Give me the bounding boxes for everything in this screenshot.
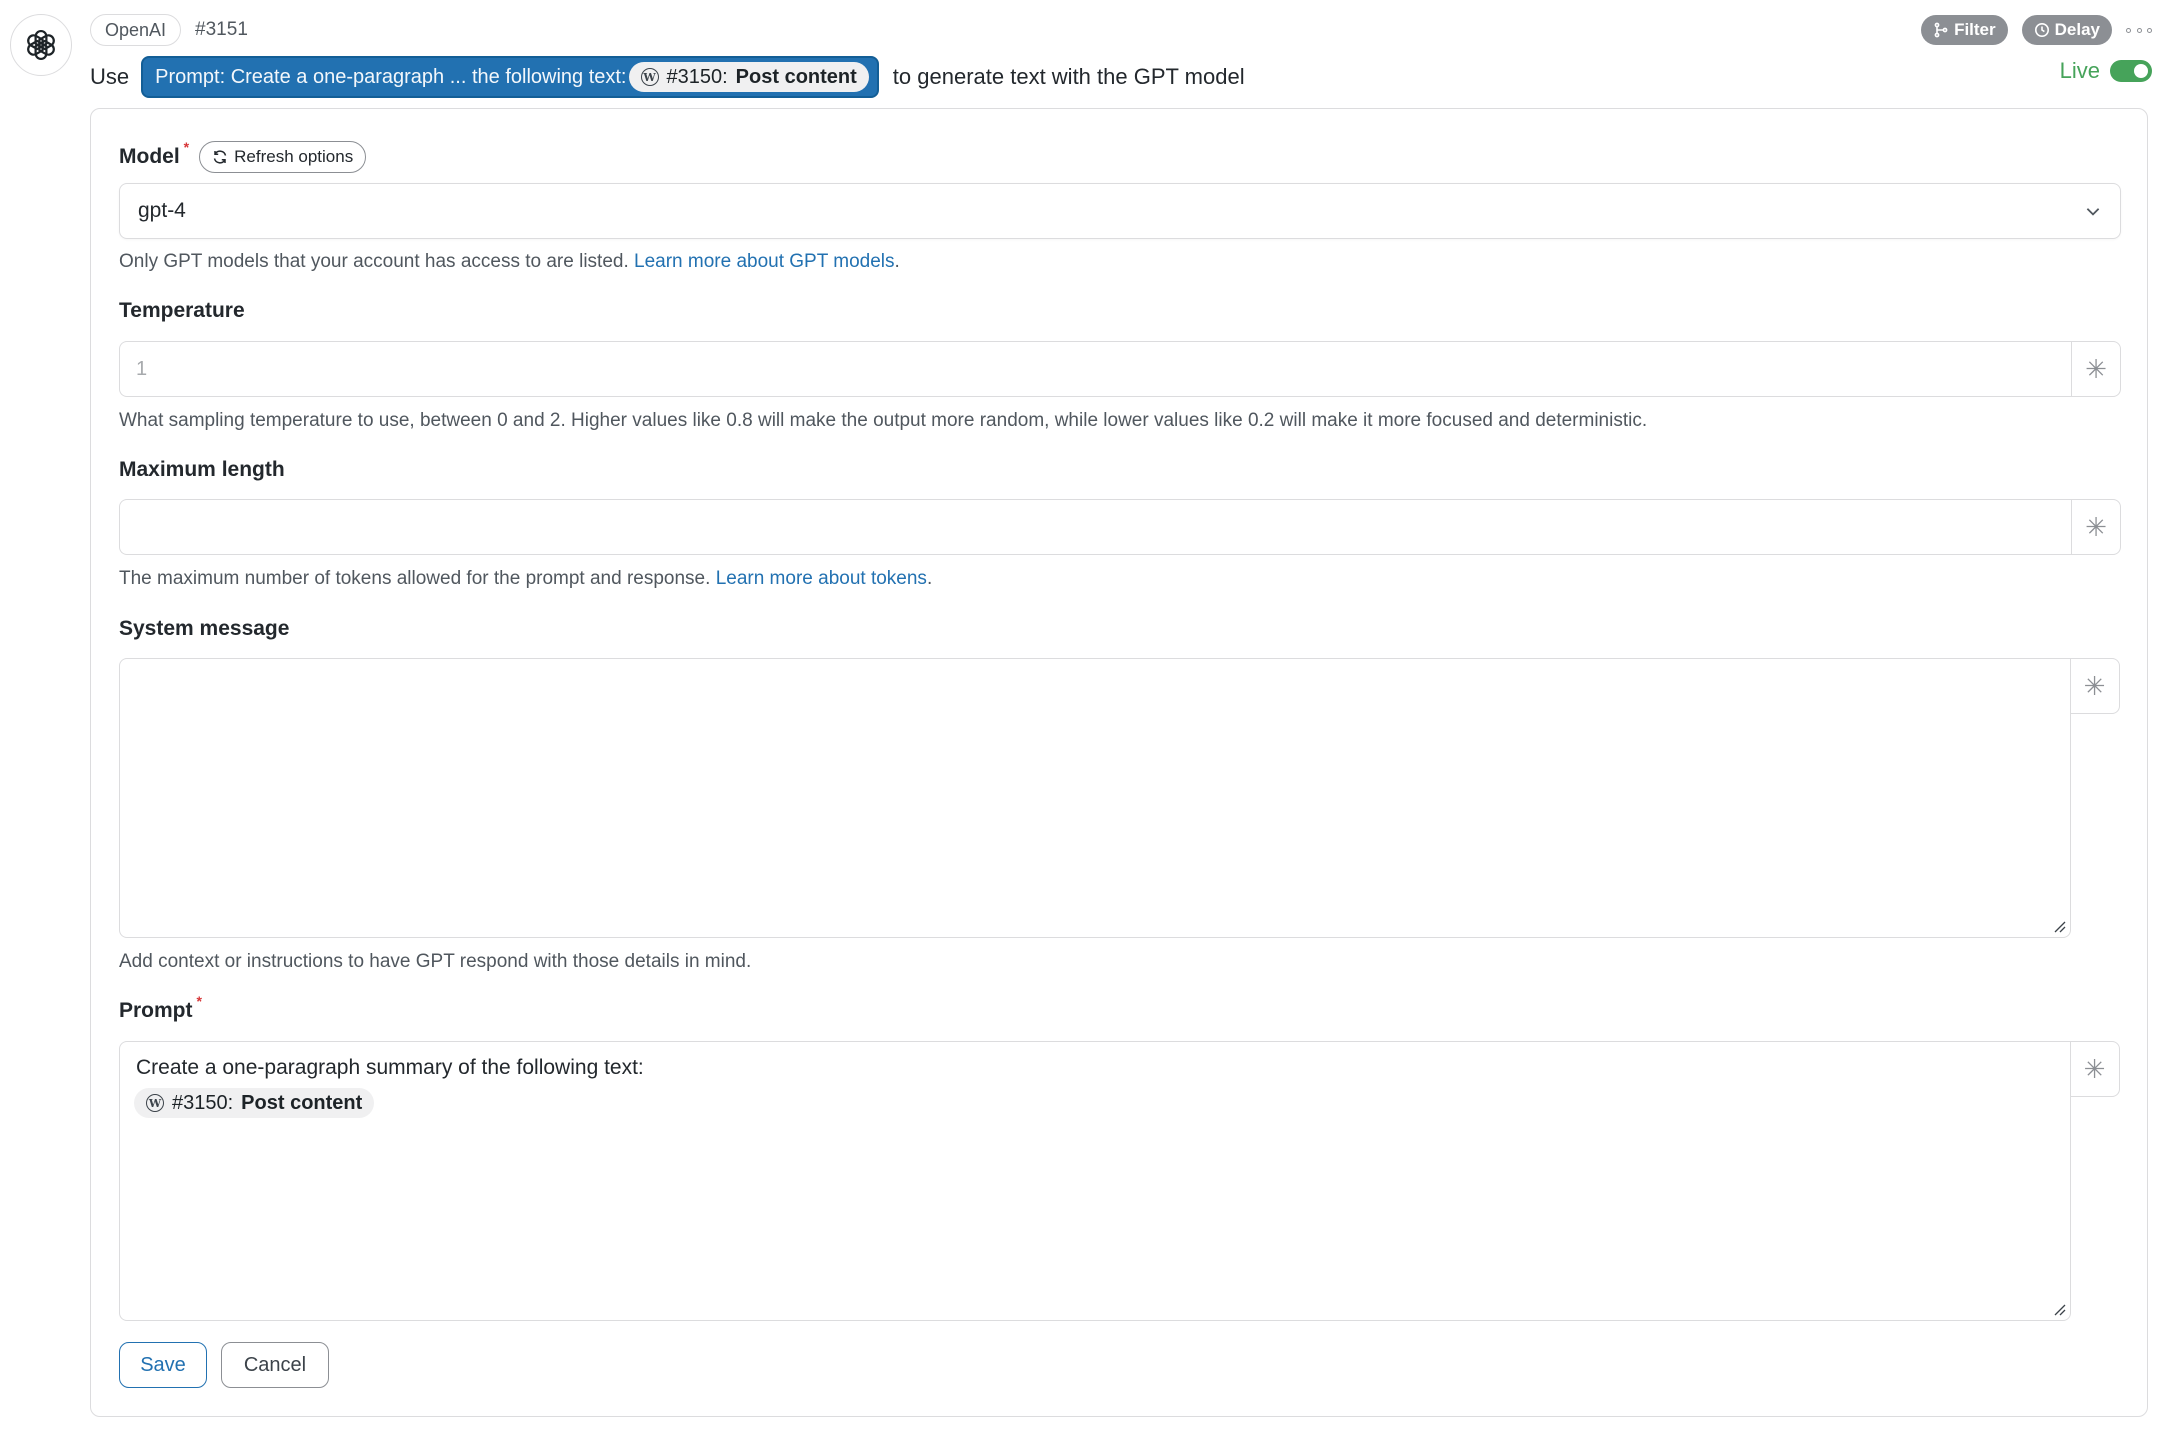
filter-label: Filter xyxy=(1954,20,1996,39)
asterisk-icon[interactable]: ✳ xyxy=(2071,341,2121,397)
prompt-text: Create a one-paragraph summary of the fo… xyxy=(136,1056,644,1079)
sentence-prefix: Use xyxy=(90,64,130,89)
max-length-input[interactable] xyxy=(119,499,2071,555)
filter-button[interactable]: Filter xyxy=(1921,15,2008,45)
model-select[interactable]: gpt-4 xyxy=(119,183,2121,239)
resize-grip-icon[interactable] xyxy=(2052,1302,2066,1316)
cancel-button[interactable]: Cancel xyxy=(221,1342,329,1388)
prompt-textarea[interactable]: Create a one-paragraph summary of the fo… xyxy=(119,1041,2071,1321)
required-marker: * xyxy=(196,993,202,1009)
token-id: #3150: xyxy=(172,1091,234,1114)
post-content-token[interactable]: W #3150: Post content xyxy=(134,1088,375,1118)
model-select-value: gpt-4 xyxy=(138,199,186,222)
prompt-row: Create a one-paragraph summary of the fo… xyxy=(119,1041,2121,1321)
token-name: Post content xyxy=(241,1091,363,1114)
max-length-help-text: The maximum number of tokens allowed for… xyxy=(119,568,711,589)
asterisk-icon[interactable]: ✳ xyxy=(2071,499,2121,555)
delay-button[interactable]: Delay xyxy=(2021,15,2112,45)
max-length-help-end: . xyxy=(926,568,933,589)
prompt-token-label: Prompt: Create a one-paragraph ... the f… xyxy=(155,65,627,88)
max-length-row: ✳ xyxy=(119,499,2121,555)
step-actions: Filter Delay xyxy=(1921,15,2152,45)
chevron-down-icon xyxy=(2086,208,2100,216)
refresh-icon xyxy=(213,150,227,164)
prompt-label-row: Prompt * xyxy=(119,993,202,1023)
token-id: #3150: xyxy=(666,65,728,88)
model-label-row: Model * Refresh options xyxy=(119,139,367,173)
temperature-input[interactable] xyxy=(119,341,2071,397)
temperature-label-row: Temperature xyxy=(119,299,245,323)
openai-logo-icon xyxy=(10,14,72,76)
step-sentence: Use Prompt: Create a one-paragraph ... t… xyxy=(90,56,1245,98)
app-name-pill[interactable]: OpenAI xyxy=(90,14,182,46)
gpt-models-link[interactable]: Learn more about GPT models xyxy=(634,251,895,272)
wordpress-icon: W xyxy=(640,68,659,86)
system-message-help: Add context or instructions to have GPT … xyxy=(119,951,752,972)
live-toggle[interactable] xyxy=(2110,60,2152,82)
sentence-suffix: to generate text with the GPT model xyxy=(892,64,1245,89)
filter-icon xyxy=(1934,22,1948,38)
max-length-label-row: Maximum length xyxy=(119,458,285,482)
system-message-label: System message xyxy=(119,617,290,640)
step-id: #3151 xyxy=(195,19,248,40)
model-help: Only GPT models that your account has ac… xyxy=(119,251,900,273)
system-message-textarea[interactable] xyxy=(119,658,2071,938)
temperature-label: Temperature xyxy=(119,299,245,322)
model-help-text: Only GPT models that your account has ac… xyxy=(119,251,629,272)
delay-label: Delay xyxy=(2054,20,2100,39)
temperature-help: What sampling temperature to use, betwee… xyxy=(119,410,1648,431)
max-length-label: Maximum length xyxy=(119,458,285,481)
system-message-row: ✳ xyxy=(119,658,2121,938)
model-label: Model xyxy=(119,145,180,168)
asterisk-icon[interactable]: ✳ xyxy=(2069,1041,2120,1097)
post-content-token[interactable]: W #3150: Post content xyxy=(628,62,869,92)
system-message-label-row: System message xyxy=(119,617,289,641)
token-name: Post content xyxy=(735,65,857,88)
step-settings-panel: Model * Refresh options gpt-4 Only GPT m… xyxy=(90,108,2148,1417)
max-length-help: The maximum number of tokens allowed for… xyxy=(119,568,932,590)
asterisk-icon[interactable]: ✳ xyxy=(2069,658,2120,714)
refresh-options-label: Refresh options xyxy=(234,147,354,166)
tokens-link[interactable]: Learn more about tokens xyxy=(716,568,927,589)
step-meta: OpenAI #3151 xyxy=(90,14,248,46)
refresh-options-button[interactable]: Refresh options xyxy=(199,141,367,173)
prompt-token[interactable]: Prompt: Create a one-paragraph ... the f… xyxy=(141,56,879,98)
model-help-end: . xyxy=(894,251,900,272)
save-button[interactable]: Save xyxy=(119,1342,207,1388)
required-marker: * xyxy=(183,139,190,155)
prompt-label: Prompt xyxy=(119,999,193,1022)
resize-grip-icon[interactable] xyxy=(2052,919,2066,933)
more-icon[interactable] xyxy=(2126,19,2152,41)
live-label: Live xyxy=(2059,58,2100,83)
clock-icon xyxy=(2034,23,2049,37)
live-switch[interactable]: Live xyxy=(2060,58,2152,84)
wordpress-icon: W xyxy=(146,1094,164,1112)
temperature-row: ✳ xyxy=(119,341,2121,397)
